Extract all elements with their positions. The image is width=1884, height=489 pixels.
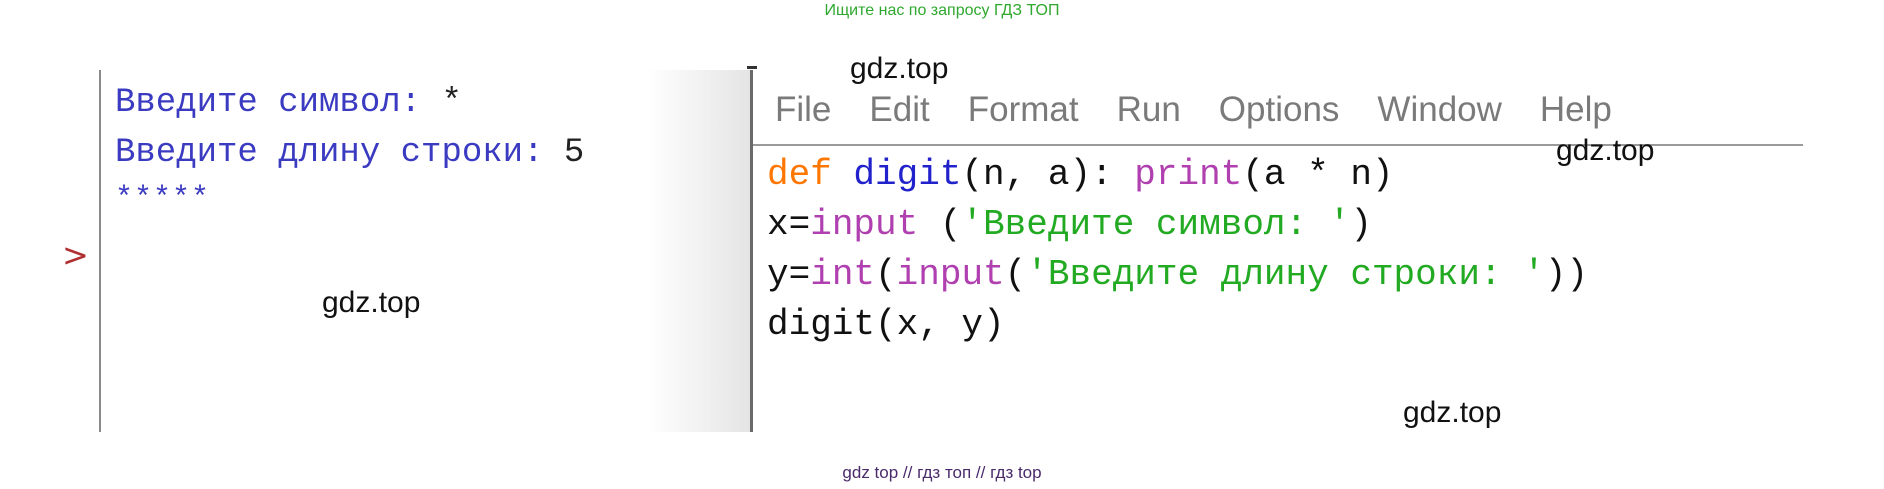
shell-prompt-marker-icon: > <box>62 236 89 274</box>
code-text: (n, a): <box>961 154 1135 195</box>
builtin-int: int <box>810 254 876 295</box>
shell-output-line: Введите символ: * <box>115 84 462 122</box>
footer-text: gdz top // гдз топ // гдз top <box>842 463 1042 482</box>
shell-output-line: Введите длину строки: 5 <box>115 134 584 172</box>
code-line[interactable]: y=int(input('Введите длину строки: ')) <box>767 254 1588 295</box>
code-text: ) <box>1350 204 1372 245</box>
string-literal: 'Введите длину строки: ' <box>1026 254 1545 295</box>
menu-file[interactable]: File <box>775 90 831 142</box>
code-text: )) <box>1544 254 1588 295</box>
shell-user-input: 5 <box>563 134 585 172</box>
code-text: ( <box>918 204 962 245</box>
code-text: ( <box>1004 254 1027 295</box>
code-text: y= <box>767 254 811 295</box>
code-line[interactable]: def digit(n, a): print(a * n) <box>767 154 1394 195</box>
watermark-text: gdz.top <box>322 286 421 319</box>
menu-format[interactable]: Format <box>968 90 1079 142</box>
menu-options[interactable]: Options <box>1219 90 1340 142</box>
watermark-text: gdz.top <box>1556 134 1655 167</box>
code-line[interactable]: x=input ('Введите символ: ') <box>767 204 1372 245</box>
top-banner: Ищите нас по запросу ГДЗ ТОП <box>824 2 1060 19</box>
menu-run[interactable]: Run <box>1117 90 1181 142</box>
shell-prompt-text: Введите длину строки: <box>115 134 564 172</box>
code-text: (a * n) <box>1242 154 1394 195</box>
menu-bar: File Edit Format Run Options Window Help <box>775 90 1650 142</box>
menu-window[interactable]: Window <box>1377 90 1501 142</box>
string-literal: 'Введите символ: ' <box>961 204 1351 245</box>
code-text: ( <box>875 254 897 295</box>
window-edge-mark <box>747 66 757 69</box>
menu-edit[interactable]: Edit <box>869 90 929 142</box>
builtin-input: input <box>896 254 1005 295</box>
keyword-def: def <box>767 154 832 195</box>
shell-prompt-text: Введите символ: <box>115 84 442 122</box>
watermark-text: gdz.top <box>850 52 949 85</box>
shell-result-line: ***** <box>115 182 211 216</box>
code-line[interactable]: digit(x, y) <box>767 304 1005 345</box>
watermark-text: gdz.top <box>1403 396 1502 429</box>
builtin-input: input <box>810 204 919 245</box>
function-name: digit <box>831 154 962 195</box>
shell-user-input: * <box>441 84 462 122</box>
builtin-print: print <box>1134 154 1243 195</box>
python-shell-panel: Введите символ: * Введите длину строки: … <box>99 70 751 432</box>
code-text: x= <box>767 204 811 245</box>
code-editor-panel: File Edit Format Run Options Window Help… <box>747 66 1803 432</box>
